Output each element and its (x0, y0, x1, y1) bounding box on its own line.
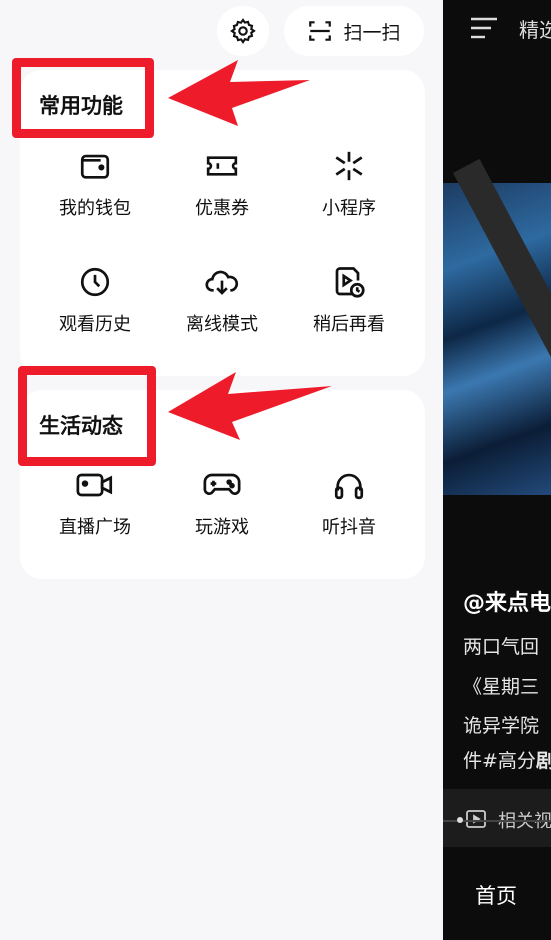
coupon-item[interactable]: 优惠券 (157, 146, 287, 220)
offline-mode-item[interactable]: 离线模式 (157, 262, 287, 336)
cloud-download-icon (205, 270, 239, 295)
coupon-label: 优惠券 (195, 198, 249, 219)
gamepad-icon (203, 473, 241, 495)
video-thumbnail[interactable] (443, 158, 551, 495)
history-clock-icon (80, 267, 110, 297)
settings-button[interactable] (217, 6, 269, 56)
annotation-arrow-common (168, 60, 310, 126)
video-oar (453, 158, 551, 403)
wallet-icon (80, 154, 110, 179)
video-feed-panel: 精选 @来点电 两口气回 《星期三 诡异学院 件#高分剧 相关视 首页 (443, 0, 551, 940)
play-games-item[interactable]: 玩游戏 (157, 465, 287, 539)
feed-tab-featured[interactable]: 精选 (519, 14, 551, 43)
wallet-label: 我的钱包 (59, 198, 131, 219)
video-author[interactable]: @来点电 (463, 585, 551, 617)
mini-program-label: 小程序 (322, 198, 376, 219)
video-desc-line-4-text: 件#高分 (463, 750, 536, 772)
listen-douyin-item[interactable]: 听抖音 (284, 465, 414, 539)
video-desc-line-4-suffix: 剧 (535, 750, 551, 772)
play-games-label: 玩游戏 (195, 517, 249, 538)
video-desc-line-4: 件#高分剧 (463, 746, 551, 773)
side-drawer: 扫一扫 常用功能 我的钱包 优惠券 小程序 观看历史 离线模式 稍后再看 生活动… (0, 0, 443, 940)
live-plaza-label: 直播广场 (59, 517, 131, 538)
headphones-icon (334, 473, 364, 500)
coupon-icon (206, 156, 238, 176)
video-desc-line-2: 《星期三 (463, 676, 540, 698)
watch-later-icon (335, 267, 365, 298)
annotation-arrow-life (168, 372, 332, 440)
live-plaza-item[interactable]: 直播广场 (30, 465, 160, 539)
offline-mode-label: 离线模式 (186, 314, 258, 335)
video-desc-line-1: 两口气回 (463, 636, 540, 658)
gear-icon (230, 18, 256, 44)
wallet-item[interactable]: 我的钱包 (30, 146, 160, 220)
home-tab[interactable]: 首页 (475, 880, 517, 910)
video-desc-line-3: 诡异学院 (463, 715, 540, 737)
history-label: 观看历史 (59, 314, 131, 335)
mini-program-item[interactable]: 小程序 (284, 146, 414, 220)
live-camera-icon (76, 473, 113, 497)
drawer-top-row: 扫一扫 (0, 6, 443, 56)
related-video-icon (466, 810, 486, 828)
annotation-box-common (12, 58, 154, 138)
mini-program-icon (335, 151, 363, 181)
scan-label: 扫一扫 (343, 21, 401, 44)
progress-thumb[interactable] (457, 817, 463, 823)
scan-icon (309, 21, 332, 41)
scan-button[interactable]: 扫一扫 (284, 6, 424, 56)
menu-icon[interactable] (469, 16, 499, 40)
annotation-box-life (18, 366, 156, 466)
watch-later-label: 稍后再看 (313, 314, 385, 335)
listen-douyin-label: 听抖音 (322, 517, 376, 538)
watch-later-item[interactable]: 稍后再看 (284, 262, 414, 336)
history-item[interactable]: 观看历史 (30, 262, 160, 336)
